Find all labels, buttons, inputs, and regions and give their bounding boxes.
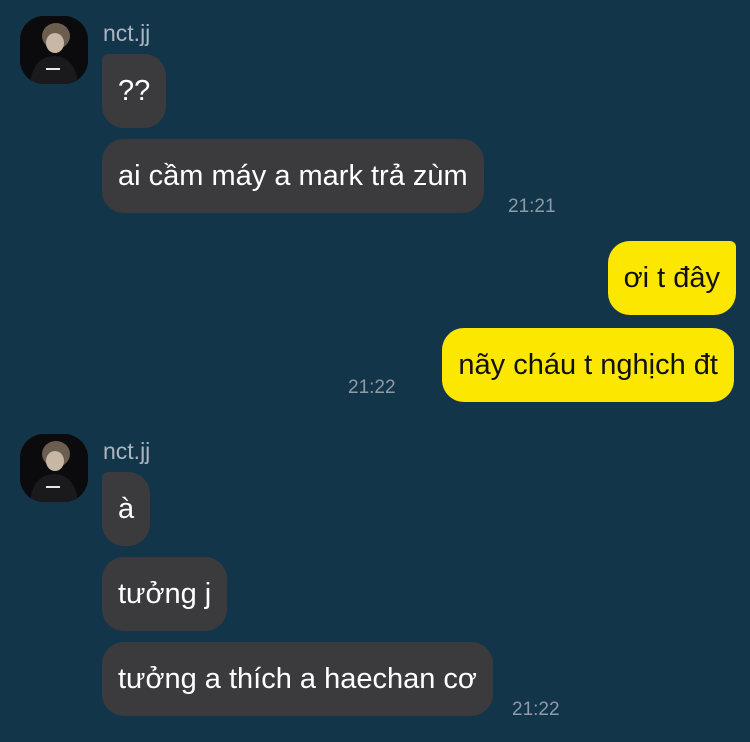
message-timestamp: 21:22 <box>512 699 560 720</box>
message-bubble-outgoing[interactable]: nãy cháu t nghịch đt <box>442 328 734 402</box>
message-bubble[interactable]: à <box>102 472 151 546</box>
sender-name: nct.jj <box>103 438 151 464</box>
message-bubble[interactable]: ?? <box>102 54 167 128</box>
message-timestamp: 21:21 <box>508 196 556 217</box>
avatar-photo-icon <box>20 434 88 502</box>
avatar[interactable] <box>20 434 88 502</box>
message-bubble-outgoing[interactable]: ơi t đây <box>607 241 736 315</box>
message-bubble[interactable]: ai cầm máy a mark trả zùm <box>102 139 484 213</box>
message-bubble[interactable]: tưởng j <box>102 557 228 631</box>
avatar-photo-icon <box>20 16 88 84</box>
message-timestamp: 21:22 <box>348 377 396 398</box>
message-bubble[interactable]: tưởng a thích a haechan cơ <box>102 642 493 716</box>
avatar[interactable] <box>20 16 88 84</box>
sender-name: nct.jj <box>103 20 151 46</box>
